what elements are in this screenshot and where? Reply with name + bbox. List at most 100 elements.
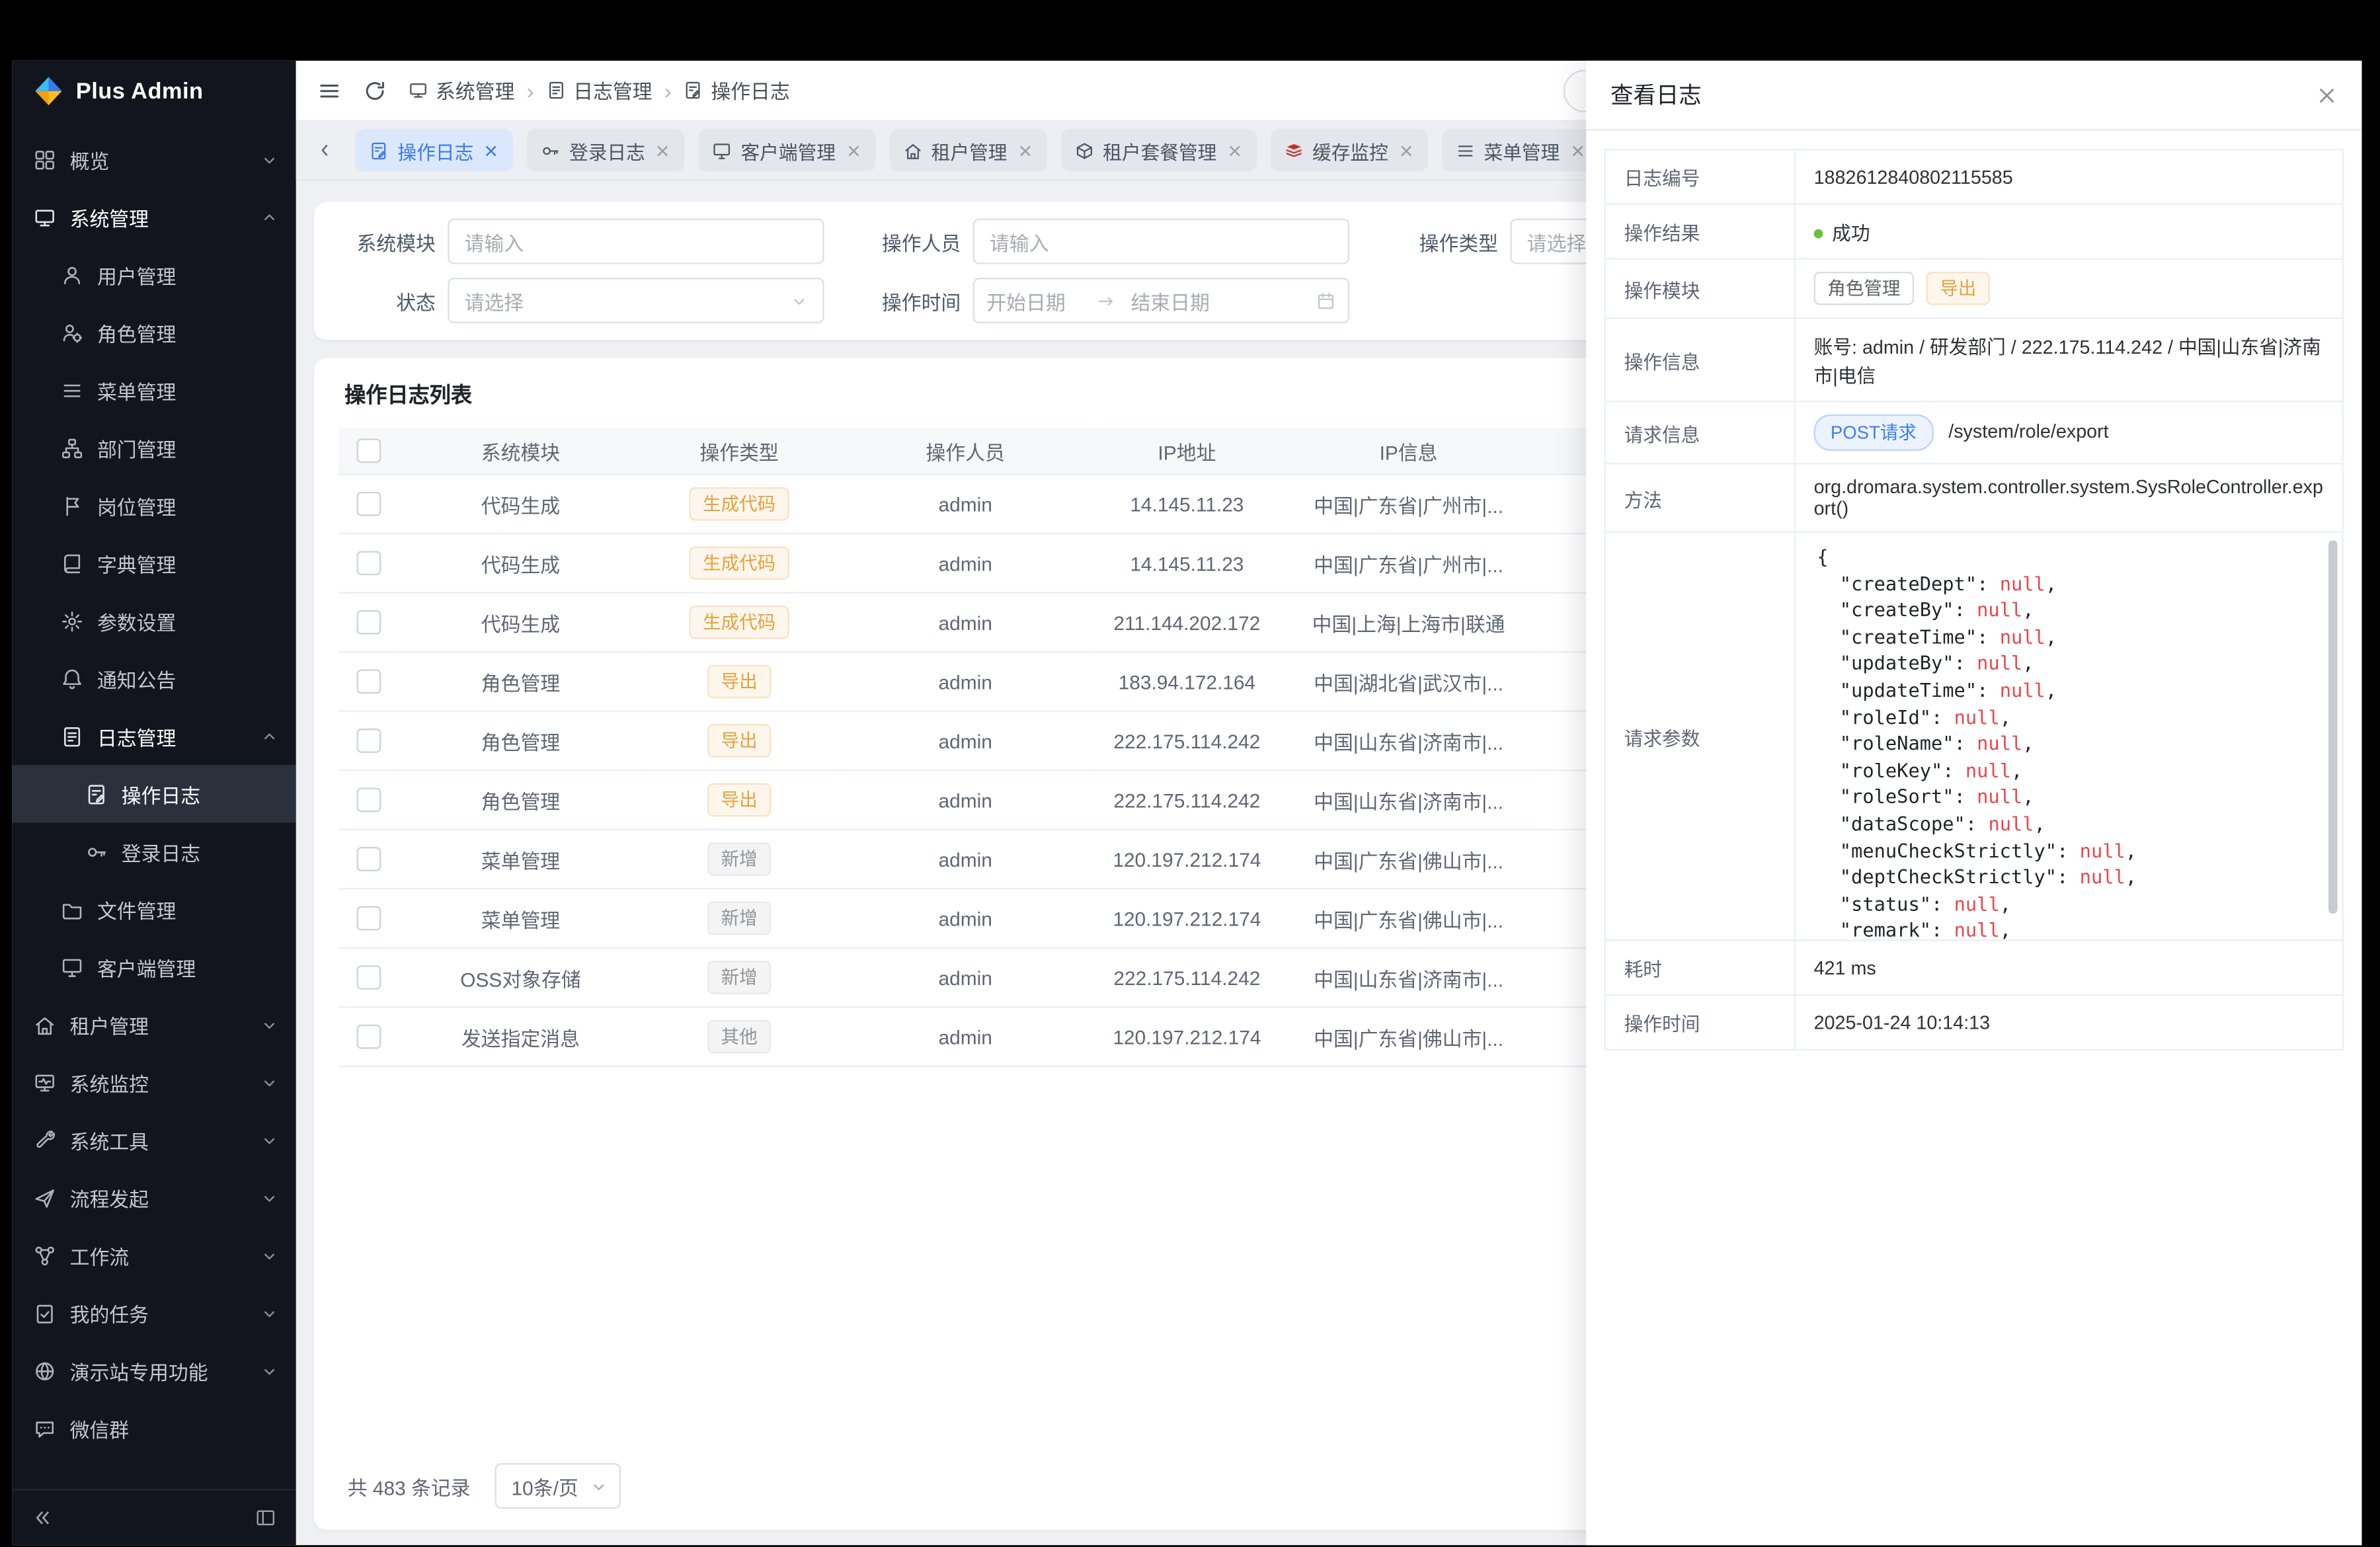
sidebar-item-notice[interactable]: 通知公告	[12, 650, 296, 707]
sidebar-item-grid[interactable]: 概览	[12, 130, 296, 188]
sidebar-item-dept[interactable]: 部门管理	[12, 419, 296, 477]
sidebar-item-label: 流程发起	[70, 1183, 248, 1212]
field-label: 请求信息	[1605, 401, 1795, 463]
filter-input-1[interactable]: 请输入	[973, 219, 1349, 264]
column-header[interactable]: 系统模块	[399, 428, 642, 474]
filter-select-3[interactable]: 请选择	[448, 278, 824, 323]
tenant-icon	[902, 140, 922, 160]
close-tab-icon[interactable]	[1016, 142, 1033, 159]
field-label: 操作时间	[1605, 995, 1795, 1050]
breadcrumb-item-oplog[interactable]: 操作日志	[684, 76, 790, 105]
sidebar-item-menu[interactable]: 菜单管理	[12, 361, 296, 418]
close-tab-icon[interactable]	[483, 142, 499, 159]
request-params-code[interactable]: { "createDept": null, "createBy": null, …	[1796, 533, 2342, 939]
sidebar-item-monitor[interactable]: 系统管理	[12, 188, 296, 246]
sidebar-item-user[interactable]: 用户管理	[12, 246, 296, 303]
sidebar-item-label: 岗位管理	[97, 491, 278, 520]
sidebar-item-log[interactable]: 日志管理	[12, 707, 296, 765]
row-checkbox[interactable]	[357, 493, 381, 517]
filter-daterange[interactable]: 开始日期 结束日期	[973, 278, 1349, 323]
field-label: 请求参数	[1605, 532, 1795, 941]
sidebar-item-role[interactable]: 角色管理	[12, 303, 296, 361]
row-checkbox[interactable]	[357, 966, 381, 990]
tab-loginlog[interactable]: 登录日志	[527, 129, 685, 171]
total-records: 共 483 条记录	[348, 1472, 471, 1501]
close-tab-icon[interactable]	[654, 142, 671, 159]
json-line: "remark": null,	[1817, 917, 2320, 939]
cell-ip: 211.144.202.172	[1094, 593, 1279, 653]
row-checkbox[interactable]	[357, 729, 381, 754]
breadcrumb-item-monitor[interactable]: 系统管理	[409, 76, 515, 105]
sidebar-item-label: 角色管理	[97, 318, 278, 347]
row-checkbox[interactable]	[357, 1025, 381, 1049]
row-checkbox[interactable]	[357, 906, 381, 931]
filter-input-0[interactable]: 请输入	[448, 219, 824, 264]
sidebar-item-tools[interactable]: 系统工具	[12, 1111, 296, 1169]
cell-ip-info: 中国|湖北省|武汉市|...	[1279, 652, 1537, 711]
json-line: "createBy": null,	[1817, 597, 2320, 623]
close-tab-icon[interactable]	[845, 142, 861, 159]
tabs-scroll-left-icon[interactable]	[308, 134, 342, 167]
tools-icon	[34, 1129, 56, 1151]
sidebar-item-client[interactable]: 客户端管理	[12, 938, 296, 996]
sidebar-item-tasks[interactable]: 我的任务	[12, 1284, 296, 1341]
column-header[interactable]: IP信息	[1279, 428, 1537, 474]
filter-label: 操作时间	[863, 286, 961, 315]
flow-icon	[34, 1186, 56, 1209]
sidebar-item-file[interactable]: 文件管理	[12, 881, 296, 938]
json-line: "updateTime": null,	[1817, 677, 2320, 703]
placeholder: 请选择	[465, 286, 791, 315]
tab-package[interactable]: 租户套餐管理	[1060, 129, 1256, 171]
tab-tenant[interactable]: 租户管理	[889, 129, 1047, 171]
column-header[interactable]: IP地址	[1094, 428, 1279, 474]
breadcrumb-separator: ›	[527, 78, 534, 102]
filter-label: 系统模块	[338, 227, 436, 256]
column-header[interactable]: 操作人员	[836, 428, 1094, 474]
tab-oplog[interactable]: 操作日志	[355, 129, 513, 171]
brand[interactable]: Plus Admin	[12, 61, 296, 122]
sidebar-item-loginlog[interactable]: 登录日志	[12, 822, 296, 880]
operation-type-tag: 导出	[707, 783, 771, 817]
sidebar-item-label: 客户端管理	[97, 953, 278, 982]
status-text: 成功	[1832, 223, 1870, 244]
panel-layout-icon[interactable]	[255, 1507, 276, 1528]
sidebar-item-workflow[interactable]: 工作流	[12, 1226, 296, 1284]
chevron-down-icon	[261, 1363, 278, 1379]
page-size-select[interactable]: 10条/页	[495, 1463, 621, 1509]
tab-redis[interactable]: 缓存监控	[1270, 129, 1428, 171]
close-drawer-icon[interactable]	[2317, 84, 2338, 105]
sidebar-item-monitor2[interactable]: 系统监控	[12, 1053, 296, 1111]
sidebar-item-tenant[interactable]: 租户管理	[12, 996, 296, 1053]
collapse-sidebar-icon[interactable]	[32, 1507, 53, 1528]
sidebar-item-dict[interactable]: 字典管理	[12, 534, 296, 592]
sidebar-item-label: 文件管理	[97, 894, 278, 924]
tab-client[interactable]: 客户端管理	[698, 129, 875, 171]
scrollbar-thumb[interactable]	[2328, 540, 2338, 914]
row-checkbox[interactable]	[357, 670, 381, 694]
close-tab-icon[interactable]	[1569, 142, 1585, 159]
sidebar-item-oplog[interactable]: 操作日志	[12, 765, 296, 822]
row-checkbox[interactable]	[357, 611, 381, 635]
chevron-down-icon	[261, 151, 278, 167]
column-header[interactable]: 操作类型	[642, 428, 836, 474]
cell-operator: admin	[836, 889, 1094, 948]
sidebar-item-label: 菜单管理	[97, 376, 278, 405]
tab-menu[interactable]: 菜单管理	[1441, 129, 1599, 171]
breadcrumb-item-log[interactable]: 日志管理	[546, 76, 653, 105]
sidebar-item-demo[interactable]: 演示站专用功能	[12, 1342, 296, 1400]
row-checkbox[interactable]	[357, 788, 381, 813]
row-checkbox[interactable]	[357, 551, 381, 576]
sidebar-item-post[interactable]: 岗位管理	[12, 477, 296, 534]
select-all-checkbox[interactable]	[357, 439, 381, 463]
tab-label: 菜单管理	[1484, 136, 1560, 165]
close-tab-icon[interactable]	[1226, 142, 1242, 159]
sidebar-item-settings[interactable]: 参数设置	[12, 592, 296, 649]
start-date-placeholder: 开始日期	[986, 286, 1080, 315]
row-checkbox[interactable]	[357, 848, 381, 872]
refresh-icon[interactable]	[363, 78, 387, 102]
close-tab-icon[interactable]	[1398, 142, 1414, 159]
tab-label: 客户端管理	[740, 136, 836, 165]
hamburger-menu-icon[interactable]	[317, 78, 342, 102]
sidebar-item-flow[interactable]: 流程发起	[12, 1169, 296, 1226]
sidebar-item-wechat[interactable]: 微信群	[12, 1400, 296, 1457]
